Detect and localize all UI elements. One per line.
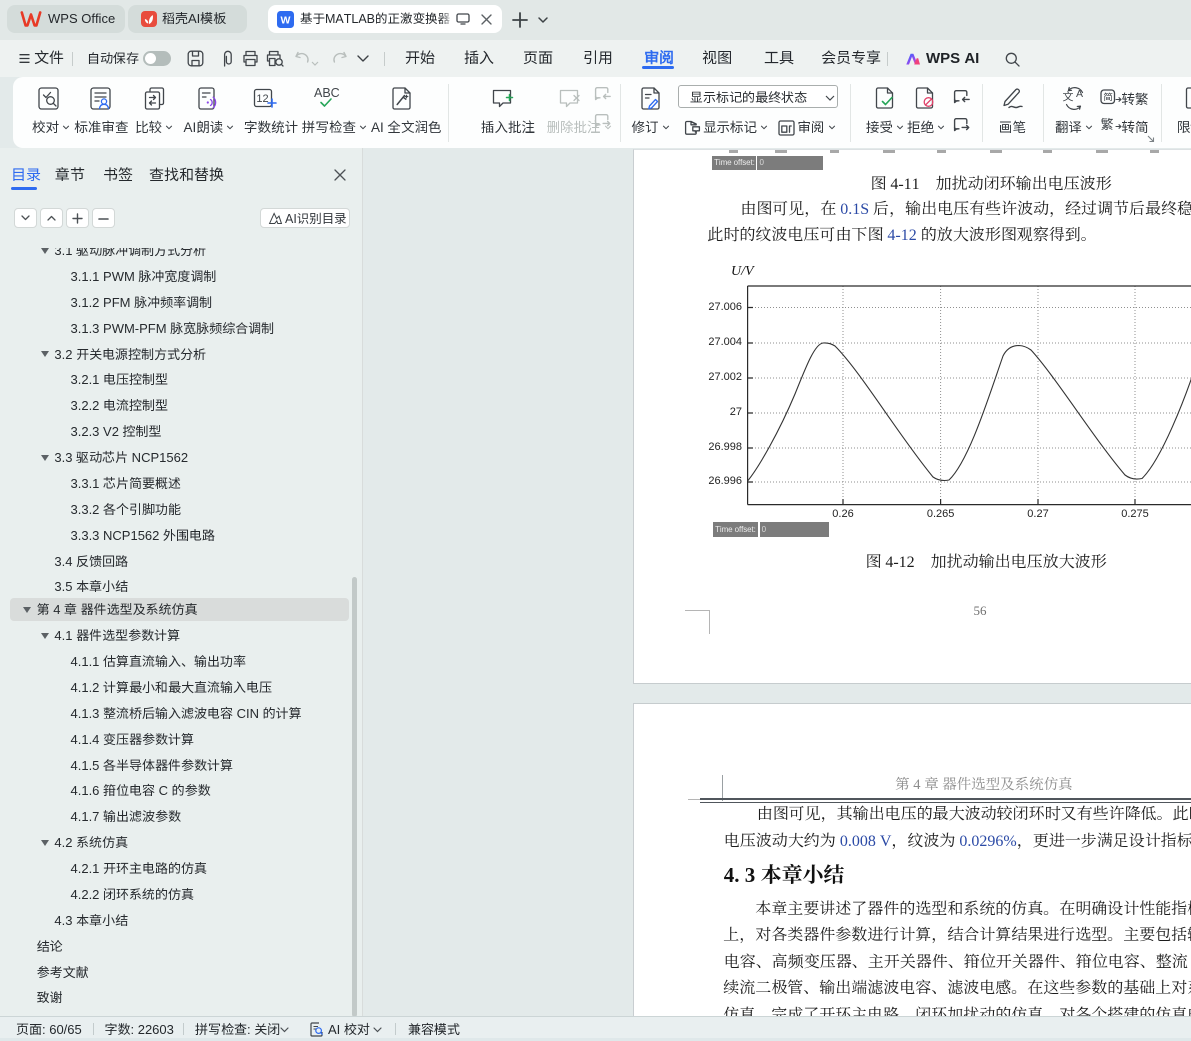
svg-text:繁: 繁 xyxy=(1101,114,1114,133)
svg-text:W: W xyxy=(281,14,291,26)
svg-text:A: A xyxy=(1076,88,1083,100)
svg-text:ABC: ABC xyxy=(314,86,340,100)
svg-text:简: 简 xyxy=(1103,89,1113,103)
svg-text:12: 12 xyxy=(256,93,268,105)
